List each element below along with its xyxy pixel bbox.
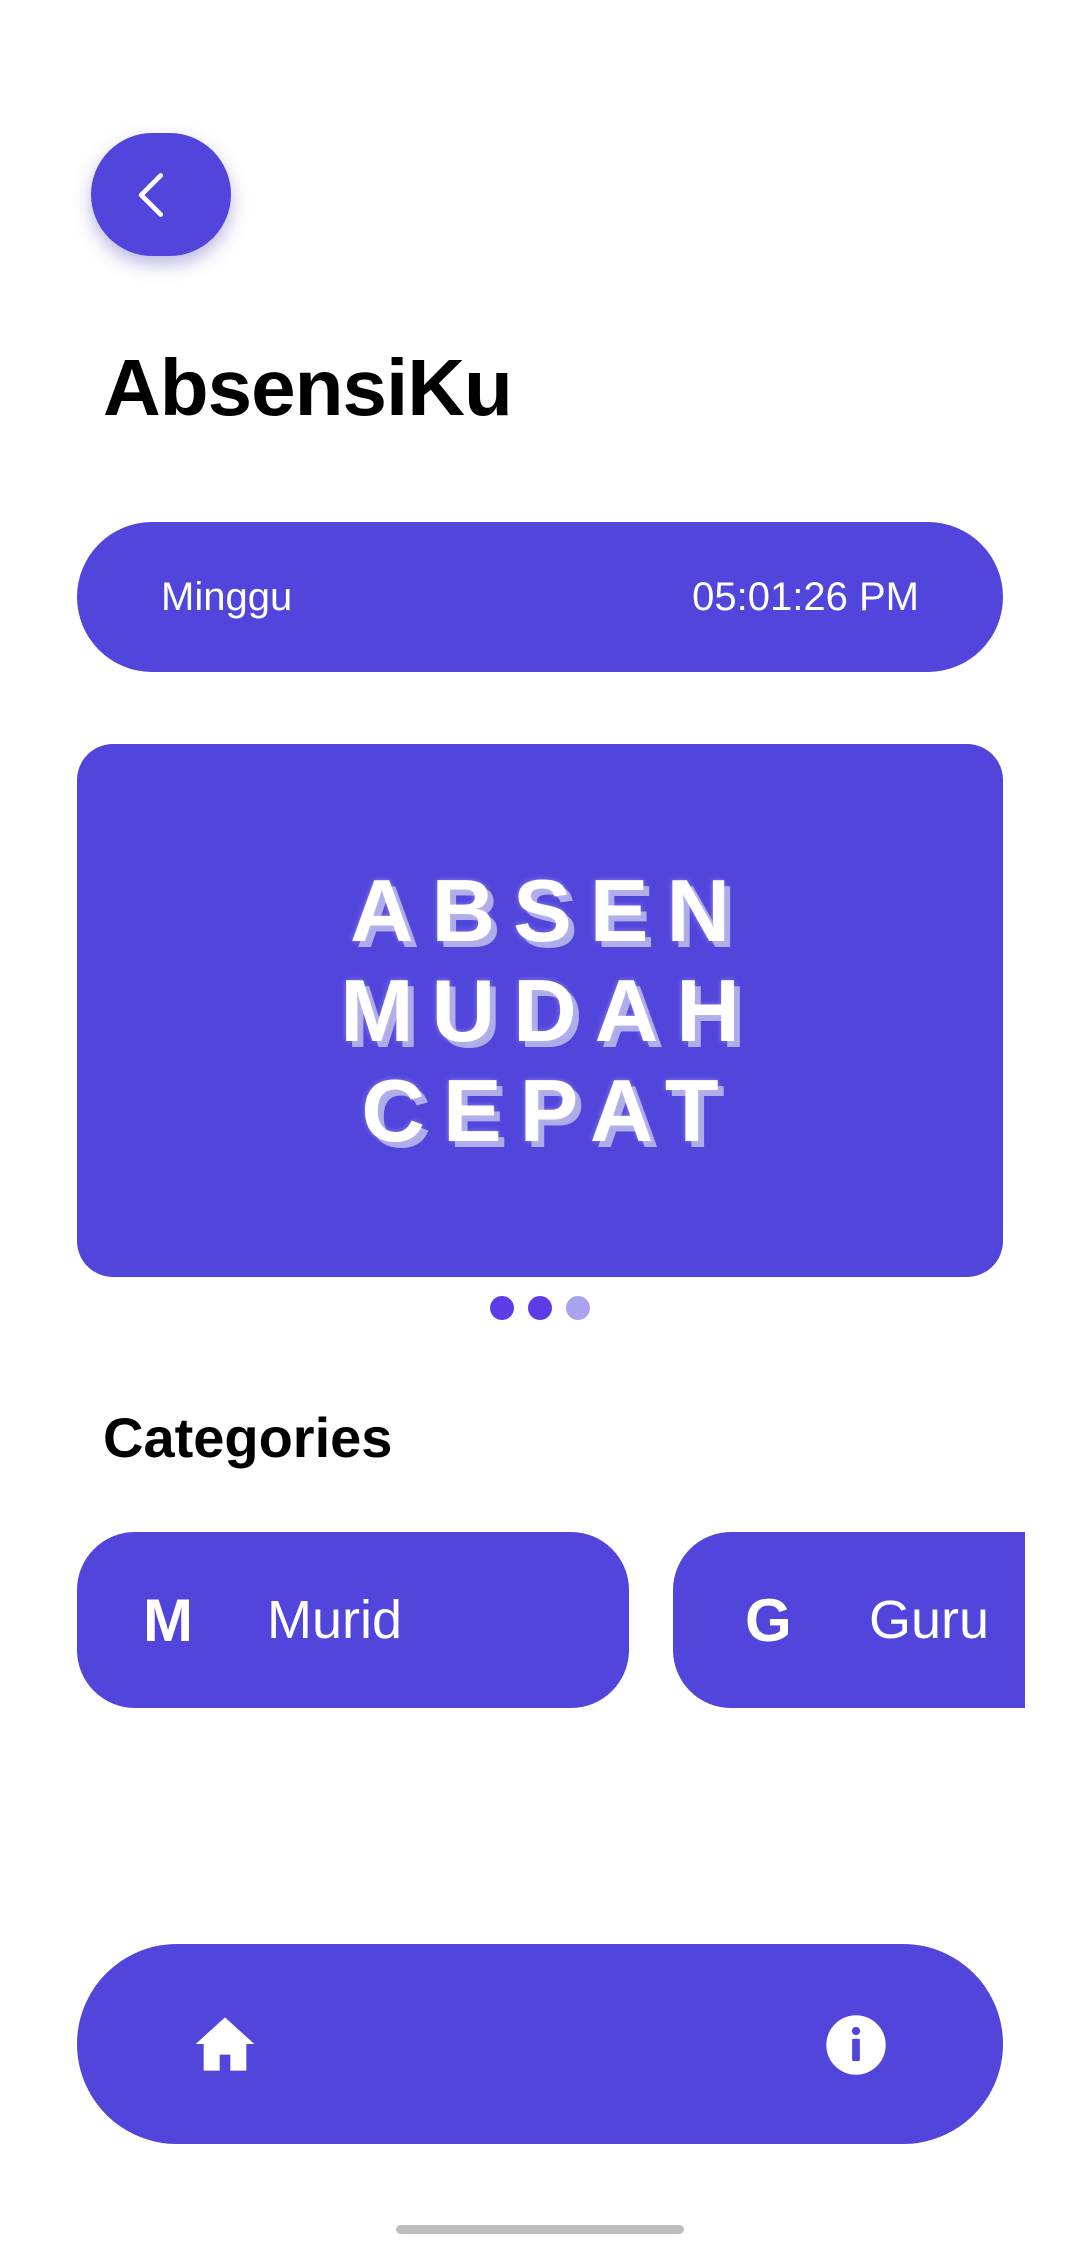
category-murid[interactable]: M Murid — [77, 1532, 629, 1708]
carousel-dot[interactable] — [566, 1296, 590, 1320]
page-title: AbsensiKu — [103, 343, 513, 432]
categories-heading: Categories — [103, 1406, 393, 1469]
day-label: Minggu — [161, 574, 293, 619]
banner-line: CEPAT — [361, 1060, 737, 1160]
carousel-dot-active[interactable] — [490, 1296, 514, 1320]
category-label: Guru — [869, 1590, 990, 1650]
category-label: Murid — [267, 1590, 403, 1650]
home-icon[interactable] — [193, 2014, 257, 2074]
back-button[interactable] — [91, 133, 231, 256]
bottom-nav — [77, 1944, 1003, 2144]
carousel-indicator — [0, 1296, 1080, 1320]
chevron-left-icon — [138, 172, 164, 217]
category-initial: G — [745, 1586, 792, 1654]
home-indicator[interactable] — [396, 2225, 684, 2234]
banner-line: ABSEN — [349, 860, 749, 960]
carousel-dot-active[interactable] — [528, 1296, 552, 1320]
banner-line: MUDAH — [340, 960, 758, 1060]
category-initial: M — [143, 1586, 193, 1654]
datetime-bar: Minggu 05:01:26 PM — [77, 522, 1003, 672]
info-icon[interactable] — [825, 2014, 887, 2076]
clock-time: 05:01:26 PM — [692, 574, 919, 619]
promo-banner[interactable]: ABSEN MUDAH CEPAT — [77, 744, 1003, 1277]
category-guru[interactable]: G Guru — [673, 1532, 1025, 1708]
